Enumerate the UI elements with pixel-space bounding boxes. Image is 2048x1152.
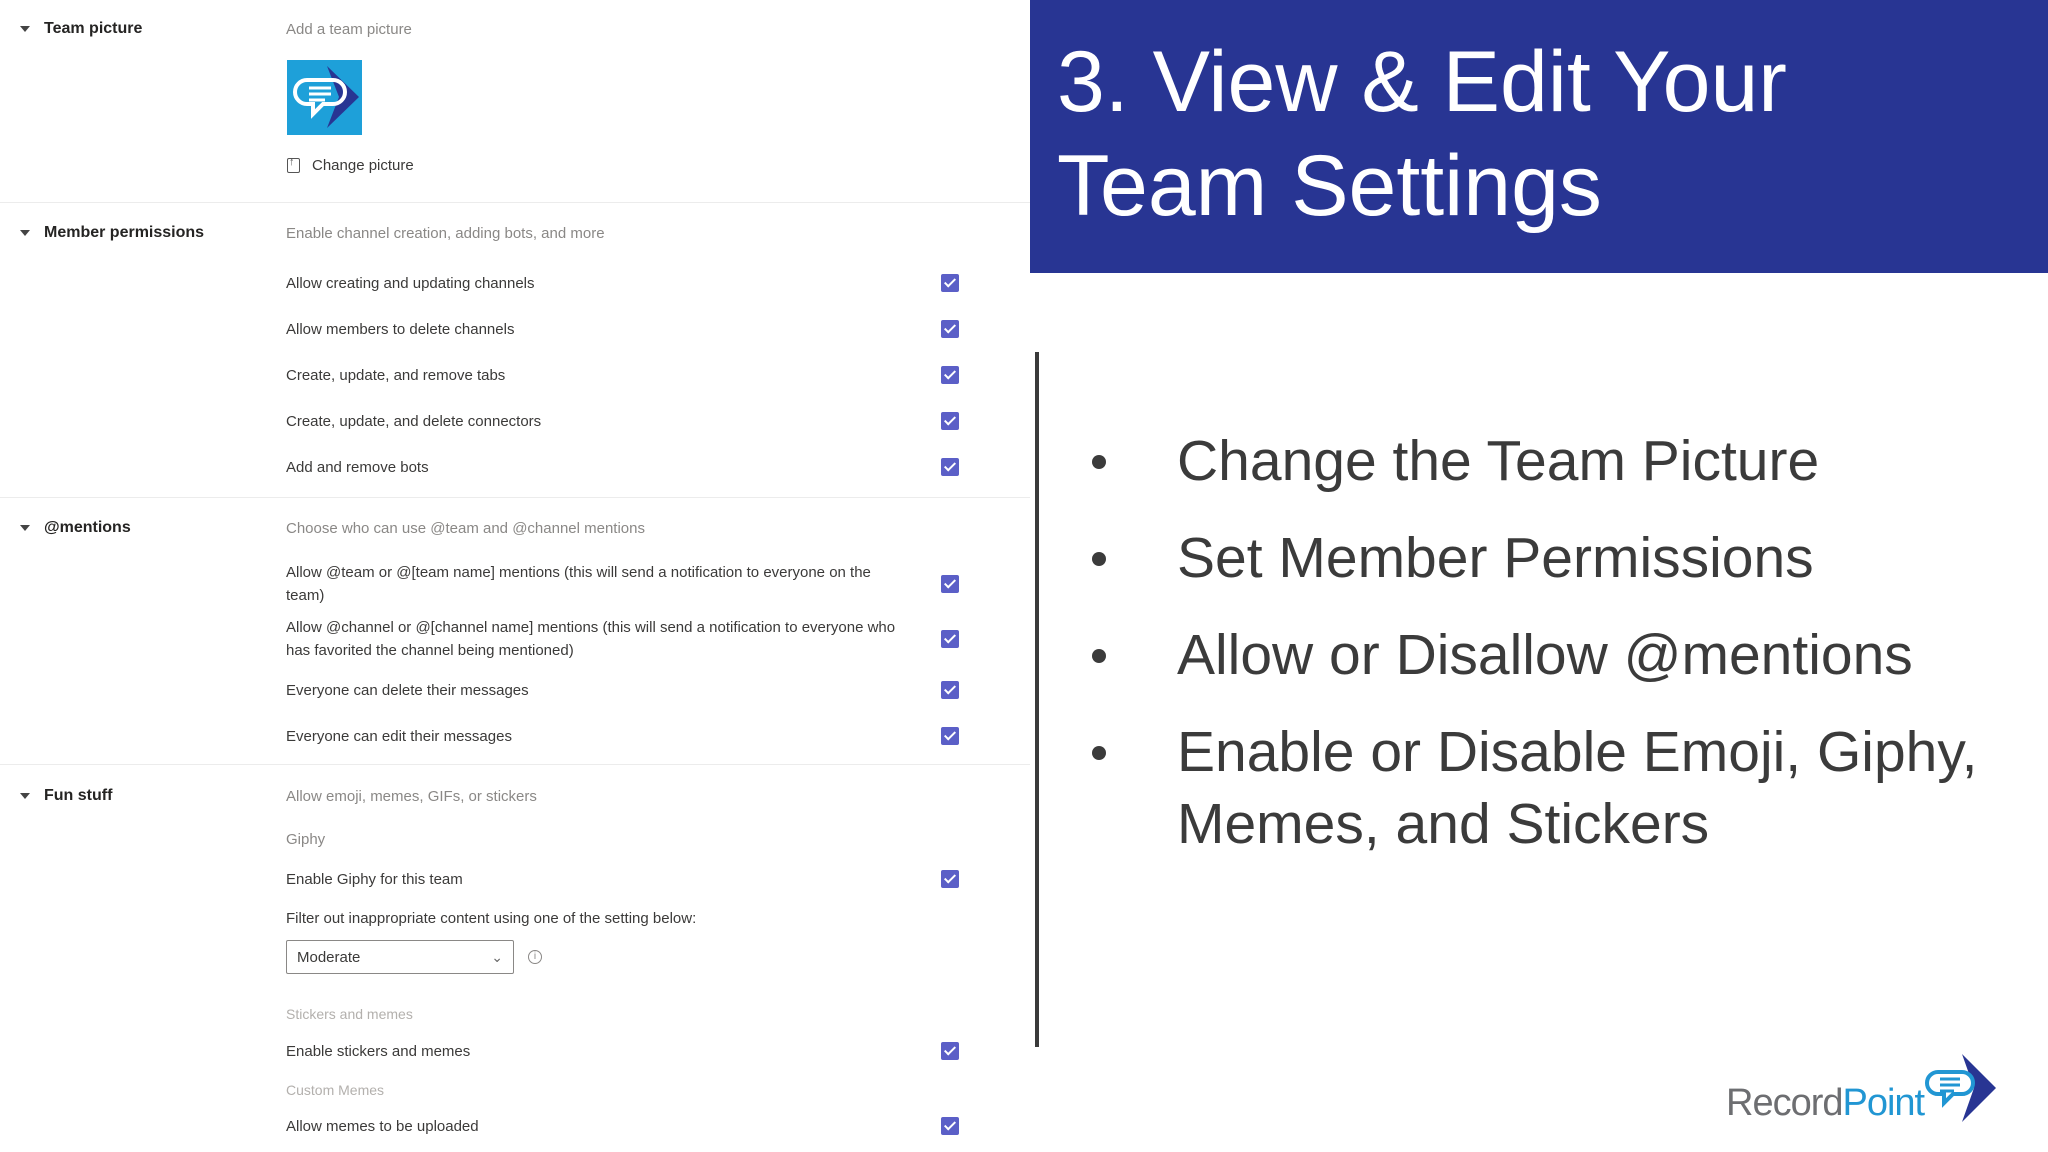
section-team-picture-header[interactable]: Team picture [20, 20, 142, 38]
mentions-description: Choose who can use @team and @channel me… [286, 520, 645, 537]
setting-label: Allow @channel or @[channel name] mentio… [286, 619, 896, 659]
info-icon[interactable]: i [528, 950, 542, 964]
section-member-permissions-header[interactable]: Member permissions [20, 224, 204, 242]
logo-wordmark: RecordPoint [1726, 1082, 1926, 1125]
section-mentions-header[interactable]: @mentions [20, 519, 131, 537]
checkbox-upload-memes[interactable] [941, 1117, 959, 1135]
recordpoint-logo-icon [1925, 1054, 1996, 1122]
setting-label: Allow members to delete channels [286, 321, 515, 338]
fun-stuff-description: Allow emoji, memes, GIFs, or stickers [286, 788, 537, 805]
bullet-item: Change the Team Picture [1092, 425, 1992, 497]
setting-label: Allow memes to be uploaded [286, 1118, 479, 1135]
bullet-text: Change the Team Picture [1177, 429, 1820, 493]
bullet-item: Allow or Disallow @mentions [1092, 619, 1992, 691]
setting-label: Create, update, and delete connectors [286, 413, 542, 430]
team-picture [287, 60, 362, 135]
member-permissions-description: Enable channel creation, adding bots, an… [286, 225, 605, 242]
recordpoint-logo-icon [293, 66, 359, 128]
bullet-list: Change the Team Picture Set Member Permi… [1092, 425, 1992, 885]
stickers-heading: Stickers and memes [286, 1006, 413, 1022]
section-fun-stuff-header[interactable]: Fun stuff [20, 787, 112, 805]
giphy-filter-value: Moderate [297, 948, 361, 966]
checkbox-edit-messages[interactable] [941, 727, 959, 745]
bullet-icon [1092, 649, 1106, 663]
checkbox-tabs[interactable] [941, 366, 959, 384]
checkbox-bots[interactable] [941, 458, 959, 476]
checkbox-allow-creating-channels[interactable] [941, 274, 959, 292]
section-title: @mentions [44, 519, 131, 536]
logo-record: Record [1726, 1082, 1843, 1124]
bullet-icon [1092, 455, 1106, 469]
section-title: Team picture [44, 20, 143, 37]
checkbox-enable-giphy[interactable] [941, 870, 959, 888]
setting-label: Add and remove bots [286, 459, 429, 476]
caret-down-icon [20, 793, 30, 799]
chevron-down-icon: ⌄ [491, 948, 503, 965]
caret-down-icon [20, 230, 30, 236]
change-picture-label: Change picture [312, 157, 414, 174]
bullet-icon [1092, 552, 1106, 566]
checkbox-channel-mentions[interactable] [941, 630, 959, 648]
bullet-text: Set Member Permissions [1177, 526, 1814, 590]
bullet-text: Enable or Disable Emoji, Giphy, Memes, a… [1177, 720, 1978, 856]
setting-label: Allow creating and updating channels [286, 275, 535, 292]
setting-label: Filter out inappropriate content using o… [286, 910, 697, 927]
setting-label: Allow @team or @[team name] mentions (th… [286, 564, 871, 604]
divider [0, 764, 1030, 765]
bullet-icon [1092, 746, 1106, 760]
vertical-divider [1035, 352, 1039, 1047]
giphy-filter-select[interactable]: Moderate ⌄ [286, 940, 514, 974]
upload-icon [287, 156, 300, 173]
checkbox-enable-stickers[interactable] [941, 1042, 959, 1060]
section-title: Member permissions [44, 224, 205, 241]
setting-label: Create, update, and remove tabs [286, 367, 506, 384]
bullet-item: Set Member Permissions [1092, 522, 1992, 594]
checkbox-delete-messages[interactable] [941, 681, 959, 699]
team-settings-panel: Team picture Add a team picture Change p… [0, 0, 1030, 1152]
caret-down-icon [20, 26, 30, 32]
checkbox-allow-delete-channels[interactable] [941, 320, 959, 338]
checkbox-connectors[interactable] [941, 412, 959, 430]
recordpoint-logo: RecordPoint [1726, 1050, 2006, 1130]
setting-label: Enable stickers and memes [286, 1043, 471, 1060]
section-title: Fun stuff [44, 787, 113, 804]
divider [0, 202, 1030, 203]
setting-label: Everyone can delete their messages [286, 682, 529, 699]
logo-point: Point [1842, 1082, 1926, 1124]
team-picture-description: Add a team picture [286, 21, 412, 38]
slide-title: 3. View & Edit Your Team Settings [1057, 34, 1787, 234]
giphy-heading: Giphy [286, 831, 326, 848]
slide-title-banner: 3. View & Edit Your Team Settings [1030, 0, 2048, 273]
setting-label: Enable Giphy for this team [286, 871, 463, 888]
bullet-text: Allow or Disallow @mentions [1177, 623, 1913, 687]
bullet-item: Enable or Disable Emoji, Giphy, Memes, a… [1092, 716, 1992, 860]
change-picture-button[interactable]: Change picture [287, 156, 414, 174]
divider [0, 497, 1030, 498]
setting-label: Everyone can edit their messages [286, 728, 512, 745]
custom-memes-heading: Custom Memes [286, 1082, 385, 1098]
checkbox-team-mentions[interactable] [941, 575, 959, 593]
caret-down-icon [20, 525, 30, 531]
